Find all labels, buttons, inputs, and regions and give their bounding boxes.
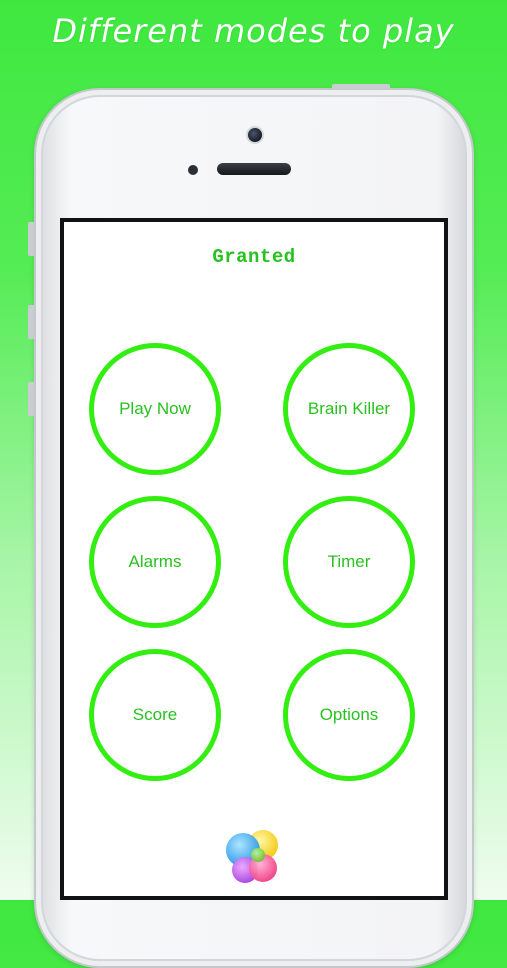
timer-button[interactable]: Timer [283, 496, 415, 628]
volume-down-button [28, 382, 34, 416]
mute-switch [28, 222, 34, 256]
game-center-bubbles-icon [226, 830, 278, 883]
proximity-sensor [188, 165, 198, 175]
phone-screen: Granted Play Now Brain Killer Alarms Tim… [60, 218, 448, 900]
game-center-icon[interactable] [225, 828, 283, 886]
alarms-button[interactable]: Alarms [89, 496, 221, 628]
options-label: Options [319, 705, 379, 724]
score-label: Score [132, 705, 178, 724]
timer-label: Timer [327, 552, 371, 571]
alarms-label: Alarms [128, 552, 182, 571]
play-now-label: Play Now [119, 399, 191, 418]
volume-up-button [28, 305, 34, 339]
app-screen: Granted Play Now Brain Killer Alarms Tim… [64, 222, 444, 896]
brain-killer-button[interactable]: Brain Killer [283, 343, 415, 475]
options-button[interactable]: Options [283, 649, 415, 781]
score-button[interactable]: Score [89, 649, 221, 781]
power-button [332, 84, 390, 89]
earpiece-speaker [217, 163, 291, 175]
front-camera [246, 126, 264, 144]
brain-killer-label: Brain Killer [307, 399, 391, 418]
app-title: Granted [212, 246, 296, 268]
play-now-button[interactable]: Play Now [89, 343, 221, 475]
headline: Different modes to play [52, 12, 455, 50]
